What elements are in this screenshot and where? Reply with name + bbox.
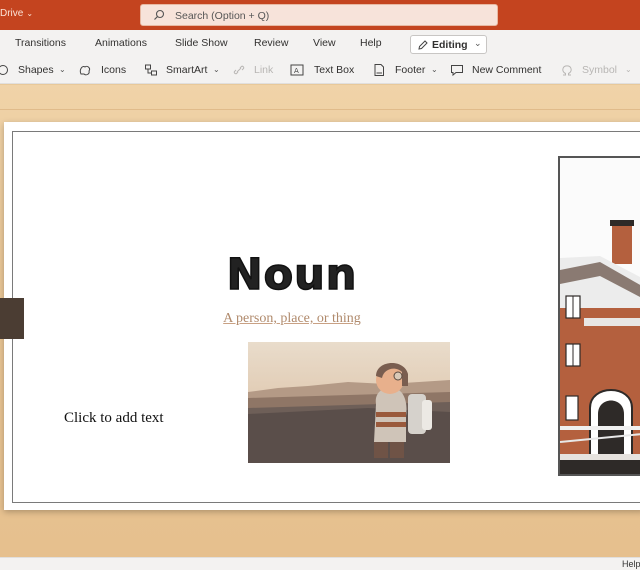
link-icon <box>233 65 245 75</box>
house-illustration[interactable] <box>558 156 640 476</box>
status-bar: Help <box>0 557 640 570</box>
app-name-button[interactable]: Drive ⌄ <box>0 8 33 19</box>
smartart-button[interactable]: SmartArt <box>166 64 207 76</box>
search-placeholder: Search (Option + Q) <box>175 10 270 22</box>
slide-title[interactable]: Noun <box>0 249 584 301</box>
link-button[interactable]: Link <box>254 64 273 76</box>
text-placeholder[interactable]: Click to add text <box>64 410 164 427</box>
omega-icon <box>562 65 572 76</box>
svg-text:A: A <box>294 67 299 75</box>
chevron-down-icon: ⌄ <box>26 9 34 18</box>
editing-mode-button[interactable]: Editing ⌄ <box>410 35 487 54</box>
title-bar: Drive ⌄ Search (Option + Q) <box>0 0 640 30</box>
comment-icon <box>451 65 463 77</box>
ribbon-tabs: Transitions Animations Slide Show Review… <box>0 30 640 58</box>
tab-animations[interactable]: Animations <box>95 37 147 49</box>
help-link[interactable]: Help <box>622 559 640 569</box>
pencil-icon <box>418 40 428 50</box>
new-comment-button[interactable]: New Comment <box>472 64 541 76</box>
tab-review[interactable]: Review <box>254 37 288 49</box>
icons-button[interactable]: Icons <box>101 64 126 76</box>
search-box[interactable]: Search (Option + Q) <box>140 4 498 26</box>
workspace-divider <box>0 109 640 110</box>
text-box-button[interactable]: Text Box <box>314 64 354 76</box>
symbol-button[interactable]: Symbol <box>582 64 617 76</box>
house-image <box>560 158 640 474</box>
chevron-down-icon: ⌄ <box>474 38 482 48</box>
slide-subtitle[interactable]: A person, place, or thing <box>0 311 584 327</box>
tab-help[interactable]: Help <box>360 37 382 49</box>
shapes-button[interactable]: Shapes <box>18 64 54 76</box>
chevron-down-icon[interactable]: ⌄ <box>59 65 66 74</box>
text-box-icon: A <box>290 64 304 76</box>
chevron-down-icon[interactable]: ⌄ <box>431 65 438 74</box>
tab-view[interactable]: View <box>313 37 336 49</box>
icons-icon <box>79 65 90 76</box>
shapes-icon <box>0 65 8 75</box>
child-photo[interactable] <box>248 342 450 463</box>
footer-button[interactable]: Footer <box>395 64 425 76</box>
tab-slide-show[interactable]: Slide Show <box>175 37 228 49</box>
footer-icon <box>374 64 384 76</box>
app-name-label: Drive <box>0 8 24 19</box>
search-icon <box>154 9 165 20</box>
child-rocket-image <box>248 342 450 463</box>
smartart-icon <box>145 64 157 76</box>
chevron-down-icon[interactable]: ⌄ <box>213 65 220 74</box>
chevron-down-icon[interactable]: ⌄ <box>625 65 632 74</box>
tab-transitions[interactable]: Transitions <box>15 37 66 49</box>
editing-label: Editing <box>432 39 468 51</box>
ribbon-commands: Shapes ⌄ Icons SmartArt ⌄ Link A Text Bo… <box>0 58 640 84</box>
